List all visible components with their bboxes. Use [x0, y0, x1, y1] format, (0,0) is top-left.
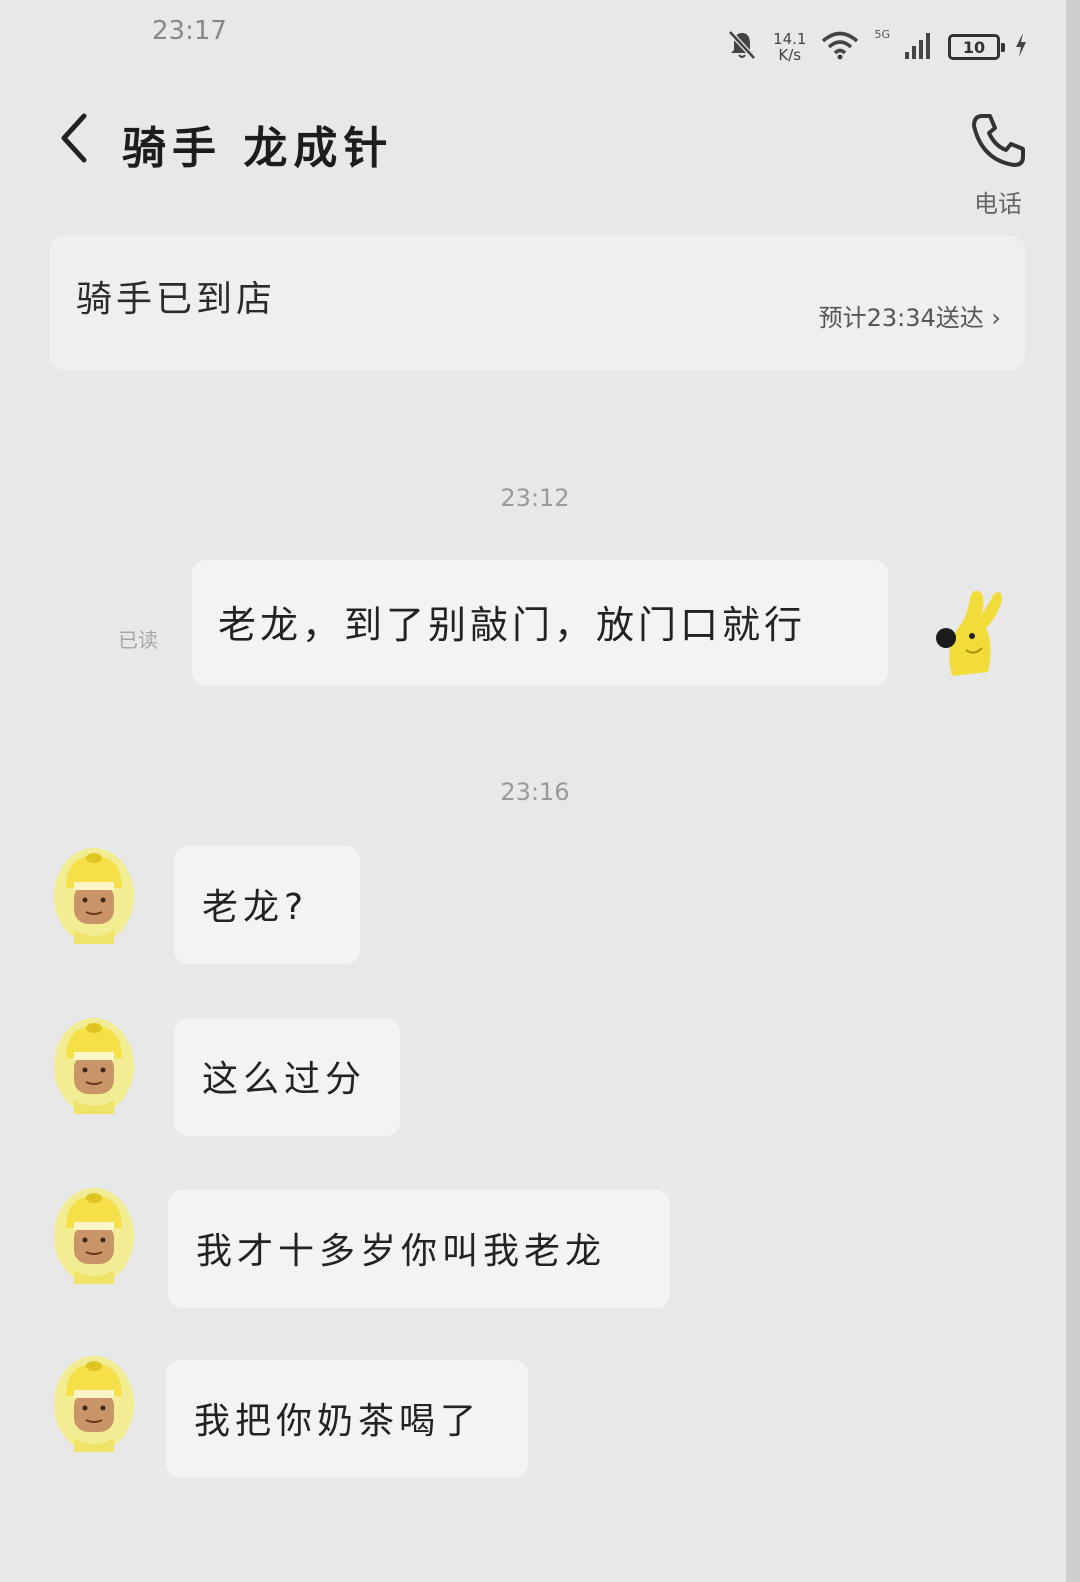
message-bubble-mine[interactable]: 老龙，到了别敲门，放门口就行: [192, 560, 888, 686]
timestamp: 23:12: [500, 484, 570, 512]
avatar[interactable]: [52, 1186, 136, 1286]
network-type: 5G: [874, 28, 890, 41]
signal-icon: [904, 30, 934, 64]
rider-avatar-icon: [54, 848, 134, 944]
status-time: 23:17: [152, 16, 227, 46]
chevron-left-icon: [61, 113, 87, 163]
order-status-card[interactable]: 骑手已到店 预计23:34送达 ›: [50, 236, 1025, 370]
call-label: 电话: [974, 190, 1022, 218]
kangaroo-avatar-icon: [936, 590, 1002, 676]
rider-avatar-icon: [54, 1188, 134, 1284]
battery-icon: 10: [948, 34, 1005, 60]
avatar[interactable]: [52, 1354, 136, 1454]
wifi-icon: [820, 29, 860, 65]
message-bubble-rider[interactable]: 老龙?: [174, 846, 360, 964]
chat-screen: 23:17 14.1 K/s 5G 10 骑手 龙成针 电话 骑手已到店 预计2…: [0, 0, 1080, 1582]
battery-level: 10: [962, 37, 986, 57]
call-button[interactable]: 电话: [968, 110, 1028, 222]
message-bubble-rider[interactable]: 这么过分: [174, 1018, 400, 1136]
status-icons: 14.1 K/s 5G 10: [725, 28, 1028, 66]
order-status-text: 骑手已到店: [76, 279, 277, 320]
read-status: 已读: [118, 628, 158, 652]
avatar[interactable]: [52, 846, 136, 946]
rider-avatar-icon: [54, 1356, 134, 1452]
phone-icon: [972, 114, 1025, 167]
message-bubble-rider[interactable]: 我把你奶茶喝了: [166, 1360, 528, 1478]
avatar[interactable]: [52, 1016, 136, 1116]
page-title: 骑手 龙成针: [122, 123, 394, 174]
back-button[interactable]: [50, 108, 100, 168]
timestamp: 23:16: [500, 778, 570, 806]
mute-icon: [725, 28, 759, 66]
avatar[interactable]: [922, 584, 1008, 684]
network-speed-unit: K/s: [778, 46, 802, 64]
rider-avatar-icon: [54, 1018, 134, 1114]
message-bubble-rider[interactable]: 我才十多岁你叫我老龙: [168, 1190, 670, 1308]
charging-icon: [1014, 32, 1028, 62]
network-speed: 14.1 K/s: [773, 31, 806, 63]
eta-link[interactable]: 预计23:34送达 ›: [819, 298, 1001, 333]
